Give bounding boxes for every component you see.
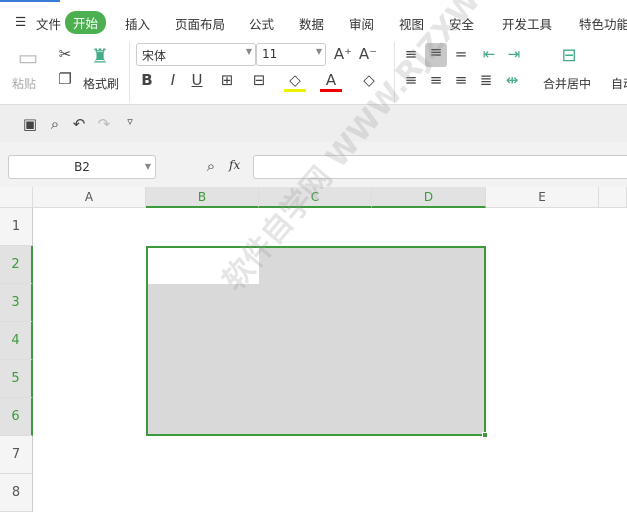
- select-all-corner[interactable]: [0, 187, 33, 208]
- fill-handle[interactable]: [482, 432, 488, 438]
- font-name-value: 宋体: [142, 49, 167, 63]
- tab-data[interactable]: 数据: [299, 14, 324, 33]
- column-header-b[interactable]: B: [146, 187, 259, 208]
- name-box[interactable]: B2 ▼: [8, 155, 156, 179]
- align-right-icon[interactable]: ≡: [450, 71, 472, 89]
- underline-icon[interactable]: U: [186, 71, 208, 89]
- row-header-7[interactable]: 7: [0, 436, 33, 474]
- tab-special[interactable]: 特色功能: [579, 14, 627, 33]
- increase-font-icon[interactable]: A⁺: [332, 45, 354, 63]
- distribute-icon[interactable]: ⇹: [501, 71, 523, 89]
- justify-icon[interactable]: ≣: [475, 71, 497, 89]
- font-size-select[interactable]: 11 ▼: [256, 43, 326, 66]
- tab-home[interactable]: 开始: [65, 11, 107, 34]
- zoom-search-icon[interactable]: ⌕: [200, 157, 222, 175]
- tab-review[interactable]: 审阅: [349, 14, 374, 33]
- merge-center-icon[interactable]: ⊟: [558, 45, 580, 66]
- tab-insert[interactable]: 插入: [125, 14, 150, 33]
- row-header-8[interactable]: 8: [0, 474, 33, 512]
- customize-icon[interactable]: ▿: [119, 115, 141, 128]
- row-header-6[interactable]: 6: [0, 398, 33, 436]
- undo-icon[interactable]: ↶: [68, 115, 90, 133]
- tab-page-layout[interactable]: 页面布局: [175, 14, 225, 33]
- column-header-f[interactable]: [599, 187, 627, 208]
- font-name-select[interactable]: 宋体 ▼: [136, 43, 256, 66]
- row-header-4[interactable]: 4: [0, 322, 33, 360]
- tab-formulas[interactable]: 公式: [249, 14, 274, 33]
- menu-file[interactable]: 文件: [36, 14, 61, 33]
- copy-icon[interactable]: ❐: [54, 70, 76, 88]
- tab-developer[interactable]: 开发工具: [502, 14, 552, 33]
- print-preview-icon[interactable]: ⌕: [44, 115, 66, 133]
- increase-indent-icon[interactable]: ⇥: [503, 45, 525, 63]
- bold-icon[interactable]: B: [136, 71, 158, 89]
- menu-icon[interactable]: ☰: [15, 14, 26, 29]
- format-painter-icon[interactable]: ♜: [89, 44, 111, 68]
- decrease-indent-icon[interactable]: ⇤: [478, 45, 500, 63]
- row-header-3[interactable]: 3: [0, 284, 33, 322]
- italic-icon[interactable]: I: [162, 71, 184, 89]
- row-header-5[interactable]: 5: [0, 360, 33, 398]
- save-icon[interactable]: ▣: [19, 115, 41, 133]
- decrease-font-icon[interactable]: A⁻: [357, 45, 379, 63]
- paste-button[interactable]: 粘贴: [12, 75, 36, 92]
- font-size-value: 11: [262, 47, 278, 61]
- column-header-a[interactable]: A: [33, 187, 146, 208]
- merge-center-button[interactable]: 合并居中: [543, 75, 591, 92]
- cut-icon[interactable]: ✂: [54, 45, 76, 63]
- format-painter-button[interactable]: 格式刷: [83, 75, 119, 92]
- column-header-e[interactable]: E: [486, 187, 599, 208]
- paste-icon[interactable]: ▭: [17, 46, 39, 71]
- row-header-1[interactable]: 1: [0, 208, 33, 246]
- menu-bar: ☰ 文件 开始 插入 页面布局 公式 数据 审阅 视图 安全 开发工具 特色功能: [0, 8, 627, 36]
- cell-style-icon[interactable]: ⊟: [248, 71, 270, 89]
- column-header-d[interactable]: D: [372, 187, 486, 208]
- cell-reference: B2: [74, 160, 90, 174]
- row-header-2[interactable]: 2: [0, 246, 33, 284]
- fill-color-icon[interactable]: ◇: [284, 71, 306, 92]
- window-top-strip: [0, 0, 627, 4]
- border-icon[interactable]: ⊞: [216, 71, 238, 89]
- auto-wrap-button[interactable]: 自动: [611, 75, 627, 92]
- redo-icon[interactable]: ↷: [93, 115, 115, 133]
- fx-icon[interactable]: fx: [229, 158, 240, 172]
- font-color-icon[interactable]: A: [320, 71, 342, 92]
